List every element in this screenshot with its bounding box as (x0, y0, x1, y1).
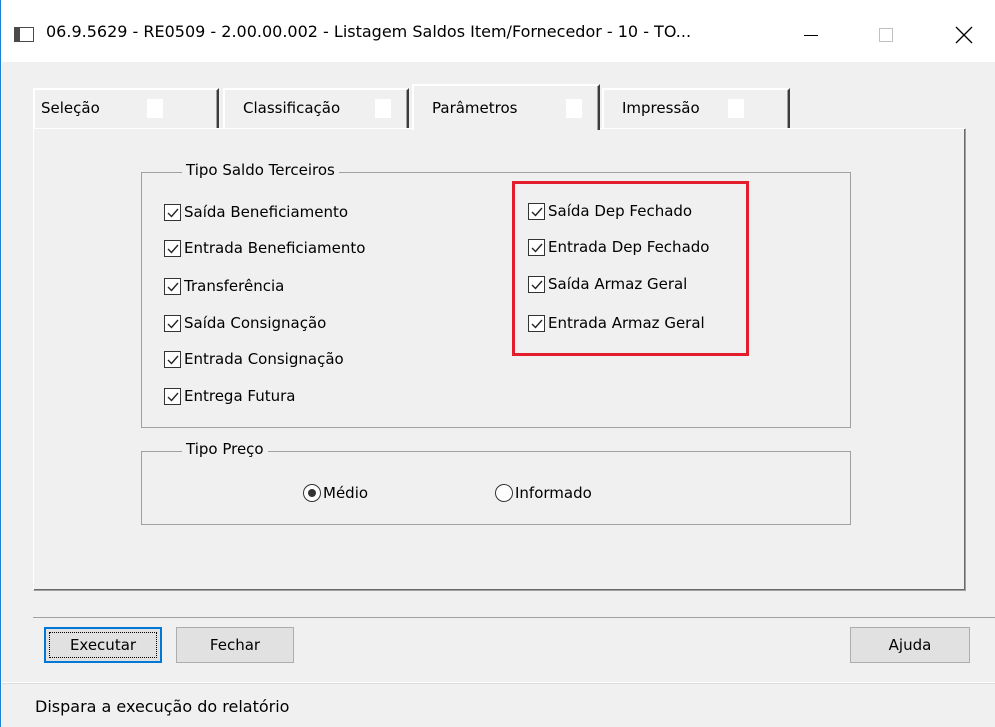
tab-parametros[interactable]: Parâmetros (412, 84, 600, 130)
checkbox-entrega-futura[interactable]: Entrega Futura (164, 386, 295, 406)
annotation-highlight-box (512, 181, 749, 356)
title-bar[interactable]: 06.9.5629 - RE0509 - 2.00.00.002 - Lista… (1, 0, 995, 62)
group-caption: Tipo Preço (182, 440, 268, 458)
fechar-button[interactable]: Fechar (176, 627, 294, 663)
radio-unselected-icon (495, 484, 513, 502)
minimize-icon (804, 35, 818, 36)
radio-medio[interactable]: Médio (303, 483, 368, 503)
ajuda-button[interactable]: Ajuda (850, 627, 970, 663)
checkbox-checked-icon (164, 314, 181, 332)
checkbox-checked-icon (164, 350, 181, 368)
tab-impressao[interactable]: Impressão (602, 88, 790, 128)
checkbox-saida-beneficiamento[interactable]: Saída Beneficiamento (164, 202, 348, 222)
checkbox-checked-icon (164, 387, 181, 405)
checkbox-checked-icon (164, 203, 181, 221)
tab-label: Classificação (243, 99, 341, 117)
window-title: 06.9.5629 - RE0509 - 2.00.00.002 - Lista… (46, 22, 692, 41)
radio-informado[interactable]: Informado (495, 483, 592, 503)
report-window: 06.9.5629 - RE0509 - 2.00.00.002 - Lista… (0, 0, 995, 727)
app-window-icon[interactable] (14, 27, 34, 42)
tab-selecao[interactable]: Seleção (33, 88, 219, 128)
checkbox-checked-icon (164, 277, 181, 295)
checkbox-checked-icon (164, 239, 181, 257)
tab-label: Parâmetros (432, 99, 518, 117)
tab-classificacao[interactable]: Classificação (223, 88, 409, 128)
checkbox-transferencia[interactable]: Transferência (164, 276, 284, 296)
radio-selected-icon (303, 484, 321, 502)
checkbox-entrada-consignacao[interactable]: Entrada Consignação (164, 349, 344, 369)
group-caption: Tipo Saldo Terceiros (182, 161, 339, 179)
tab-label: Seleção (41, 99, 100, 117)
close-button[interactable] (941, 20, 987, 50)
tab-label: Impressão (622, 99, 700, 117)
close-icon (955, 26, 973, 44)
executar-button[interactable]: Executar (44, 627, 162, 663)
status-bar: Dispara a execução do relatório (2, 683, 995, 727)
maximize-icon (879, 28, 893, 42)
minimize-button[interactable] (787, 20, 833, 50)
status-text: Dispara a execução do relatório (35, 697, 290, 716)
checkbox-saida-consignacao[interactable]: Saída Consignação (164, 313, 326, 333)
checkbox-entrada-beneficiamento[interactable]: Entrada Beneficiamento (164, 238, 365, 258)
maximize-button[interactable] (863, 20, 909, 50)
